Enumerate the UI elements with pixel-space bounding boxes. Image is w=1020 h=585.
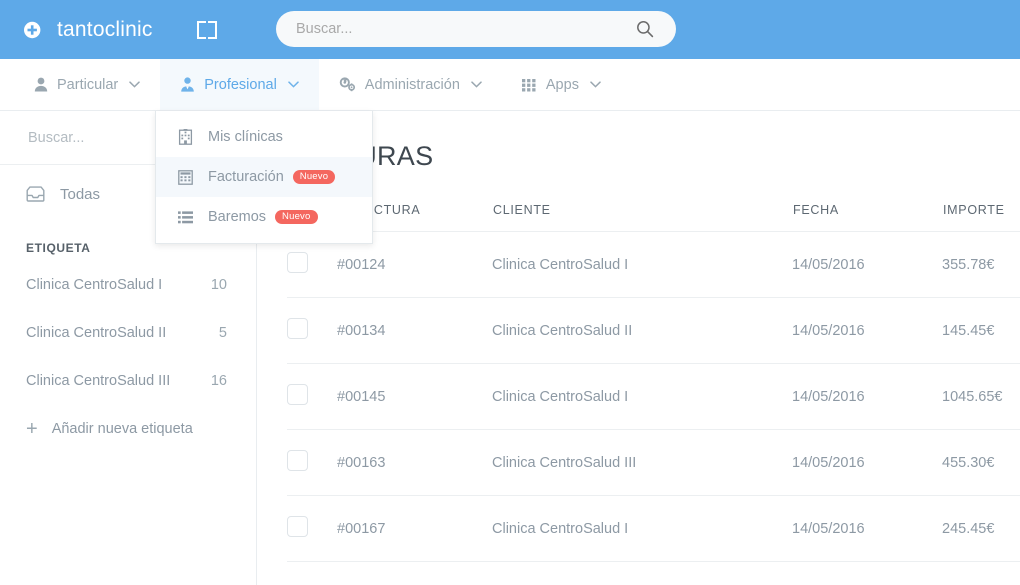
table-row[interactable]: #00145 Clinica CentroSalud I 14/05/2016 … (287, 364, 1020, 430)
chevron-down-icon (590, 81, 601, 88)
cell-importe: 1045.65€ (942, 364, 1020, 430)
sidebar-tag-label: Clinica CentroSalud I (26, 277, 162, 293)
chevron-down-icon (471, 81, 482, 88)
dropdown-item-mis-clinicas[interactable]: Mis clínicas (156, 117, 372, 157)
nav-item-profesional[interactable]: Profesional (160, 59, 319, 110)
brand[interactable]: tantoclinic (16, 16, 153, 44)
nav-label-apps: Apps (546, 77, 579, 93)
cell-importe: 245.45€ (942, 496, 1020, 562)
sidebar-tag-row[interactable]: Clinica CentroSalud II 5 (0, 309, 256, 357)
table-row[interactable]: #00134 Clinica CentroSalud II 14/05/2016… (287, 298, 1020, 364)
dropdown-label-baremos: Baremos (208, 209, 266, 225)
sidebar-tag-row[interactable]: Clinica CentroSalud I 10 (0, 261, 256, 309)
row-checkbox[interactable] (287, 252, 308, 273)
gears-icon (339, 77, 356, 92)
sidebar-tag-count: 10 (211, 277, 227, 293)
nav-label-particular: Particular (57, 77, 118, 93)
add-new-tag-button[interactable]: + Añadir nueva etiqueta (0, 405, 256, 453)
row-checkbox[interactable] (287, 384, 308, 405)
doctor-icon (180, 77, 195, 92)
hospital-building-icon (178, 129, 194, 145)
table-row[interactable]: #00124 Clinica CentroSalud I 14/05/2016 … (287, 232, 1020, 298)
cell-numero: #00163 (337, 430, 492, 496)
cell-importe: 145.45€ (942, 298, 1020, 364)
col-header-importe[interactable]: IMPORTE (942, 202, 1020, 232)
cell-numero: #00134 (337, 298, 492, 364)
chevron-down-icon (288, 81, 299, 88)
medical-cross-circle-icon (16, 16, 44, 44)
cell-numero: #00145 (337, 364, 492, 430)
sidebar-tag-count: 5 (219, 325, 227, 341)
main-navigation: Particular Profesional (0, 59, 1020, 111)
search-icon[interactable] (636, 20, 654, 43)
calculator-icon (178, 170, 194, 185)
new-badge: Nuevo (293, 170, 335, 185)
dropdown-item-facturacion[interactable]: Facturación Nuevo (156, 157, 372, 197)
table-header-row: Nº FACTURA CLIENTE FECHA IMPORTE (287, 202, 1020, 232)
list-icon (178, 211, 194, 224)
cell-cliente: Clinica CentroSalud I (492, 364, 792, 430)
nav-label-administracion: Administración (365, 77, 460, 93)
top-header-bar: tantoclinic (0, 0, 1020, 59)
cell-cliente: Clinica CentroSalud III (492, 430, 792, 496)
cell-cliente: Clinica CentroSalud I (492, 232, 792, 298)
nav-item-particular[interactable]: Particular (14, 59, 160, 110)
cell-importe: 355.78€ (942, 232, 1020, 298)
cell-numero: #00167 (337, 496, 492, 562)
sidebar-label-todas: Todas (60, 186, 100, 203)
sidebar-tag-count: 16 (211, 373, 227, 389)
row-checkbox[interactable] (287, 450, 308, 471)
row-checkbox[interactable] (287, 516, 308, 537)
add-new-tag-label: Añadir nueva etiqueta (52, 421, 193, 437)
row-checkbox[interactable] (287, 318, 308, 339)
nav-label-profesional: Profesional (204, 77, 277, 93)
inbox-icon (26, 186, 45, 202)
user-icon (34, 77, 48, 92)
cell-fecha: 14/05/2016 (792, 364, 942, 430)
chevron-down-icon (129, 81, 140, 88)
invoices-table: Nº FACTURA CLIENTE FECHA IMPORTE #00124 … (287, 202, 1020, 562)
nav-item-administracion[interactable]: Administración (319, 59, 502, 110)
fullscreen-icon[interactable] (195, 18, 219, 42)
cell-fecha: 14/05/2016 (792, 496, 942, 562)
search-input[interactable] (294, 20, 614, 38)
sidebar-tag-label: Clinica CentroSalud III (26, 373, 170, 389)
cell-fecha: 14/05/2016 (792, 430, 942, 496)
page-title: FACTURAS (287, 141, 1020, 172)
global-search[interactable] (276, 11, 676, 47)
sidebar-tag-label: Clinica CentroSalud II (26, 325, 166, 341)
col-header-fecha[interactable]: FECHA (792, 202, 942, 232)
cell-cliente: Clinica CentroSalud I (492, 496, 792, 562)
plus-icon: + (26, 419, 38, 439)
nav-item-apps[interactable]: Apps (502, 59, 621, 110)
cell-cliente: Clinica CentroSalud II (492, 298, 792, 364)
dropdown-label-facturacion: Facturación (208, 169, 284, 185)
table-row[interactable]: #00163 Clinica CentroSalud III 14/05/201… (287, 430, 1020, 496)
cell-importe: 455.30€ (942, 430, 1020, 496)
profesional-dropdown-menu: Mis clínicas Facturación Nuevo (155, 111, 373, 244)
dropdown-item-baremos[interactable]: Baremos Nuevo (156, 197, 372, 237)
col-header-cliente[interactable]: CLIENTE (492, 202, 792, 232)
table-row[interactable]: #00167 Clinica CentroSalud I 14/05/2016 … (287, 496, 1020, 562)
sidebar-tag-row[interactable]: Clinica CentroSalud III 16 (0, 357, 256, 405)
grid-apps-icon (522, 78, 537, 92)
cell-fecha: 14/05/2016 (792, 232, 942, 298)
dropdown-label-mis-clinicas: Mis clínicas (208, 129, 283, 145)
new-badge: Nuevo (275, 210, 317, 225)
cell-fecha: 14/05/2016 (792, 298, 942, 364)
brand-name: tantoclinic (57, 18, 153, 42)
